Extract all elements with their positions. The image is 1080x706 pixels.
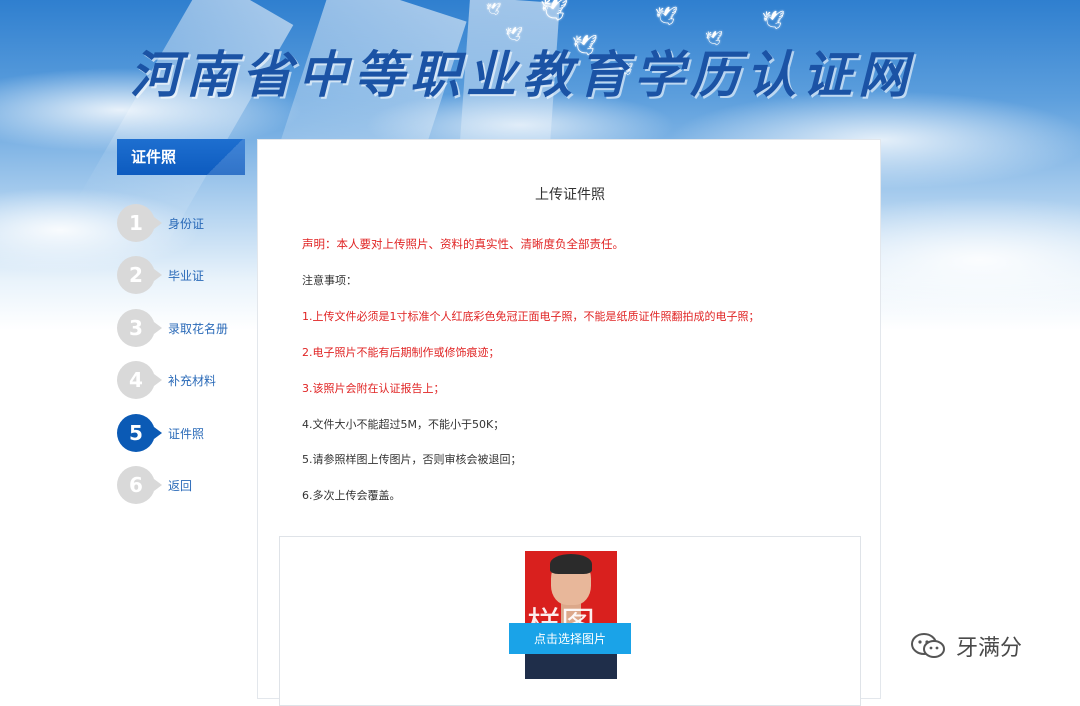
note-item: 4.文件大小不能超过5M，不能小于50K；	[302, 418, 505, 431]
sample-photo: 样图	[525, 551, 617, 679]
dove-icon: 🕊	[762, 10, 785, 31]
note-item: 2.电子照片不能有后期制作或修饰痕迹；	[302, 346, 500, 359]
step-number-badge: 6	[117, 466, 162, 504]
sidebar-step-label: 录取花名册	[168, 321, 229, 336]
dove-icon: 🕊	[540, 0, 568, 23]
note-item: 5.请参照样图上传图片，否则审核会被退回；	[302, 453, 522, 466]
wechat-icon	[910, 632, 946, 660]
sidebar-step-diploma[interactable]: 2 毕业证	[117, 255, 257, 295]
step-number-badge: 4	[117, 361, 162, 399]
sample-person-hair	[550, 554, 592, 574]
sidebar-step-label: 毕业证	[168, 268, 205, 283]
sidebar-step-admission-roster[interactable]: 3 录取花名册	[117, 308, 257, 348]
step-number-badge: 1	[117, 204, 162, 242]
sidebar-step-label: 返回	[168, 478, 193, 493]
choose-image-button[interactable]: 点击选择图片	[509, 623, 631, 654]
step-number-badge: 5	[117, 414, 162, 452]
step-number-badge: 2	[117, 256, 162, 294]
sidebar-header: 证件照	[117, 139, 245, 175]
sidebar-step-id-photo[interactable]: 5 证件照	[117, 413, 257, 453]
site-title: 河南省中等职业教育学历认证网	[130, 45, 914, 104]
sidebar-step-label: 身份证	[168, 216, 205, 231]
sidebar-step-label: 证件照	[168, 426, 205, 441]
sidebar-step-supplementary[interactable]: 4 补充材料	[117, 360, 257, 400]
dove-icon: 🕊	[486, 2, 502, 16]
step-number-badge: 3	[117, 309, 162, 347]
sidebar-step-label: 补充材料	[168, 373, 217, 388]
note-item: 3.该照片会附在认证报告上；	[302, 382, 445, 395]
dove-icon: 🕊	[655, 6, 678, 27]
watermark-text: 牙满分	[956, 636, 1023, 661]
wechat-watermark: 牙满分	[910, 628, 1022, 664]
notes-heading: 注意事项：	[302, 274, 357, 287]
sidebar-step-id-card[interactable]: 1 身份证	[117, 203, 257, 243]
page-title: 上传证件照	[535, 187, 605, 203]
upload-panel: 上传证件照 声明：本人要对上传照片、资料的真实性、清晰度负全部责任。 注意事项：…	[257, 139, 881, 706]
photo-upload-area[interactable]: 样图 点击选择图片	[279, 536, 861, 706]
note-item: 1.上传文件必须是1寸标准个人红底彩色免冠正面电子照，不能是纸质证件照翻拍成的电…	[302, 310, 760, 323]
statement-text: 声明：本人要对上传照片、资料的真实性、清晰度负全部责任。	[302, 237, 624, 251]
sidebar-step-back[interactable]: 6 返回	[117, 465, 257, 505]
note-item: 6.多次上传会覆盖。	[302, 489, 401, 502]
